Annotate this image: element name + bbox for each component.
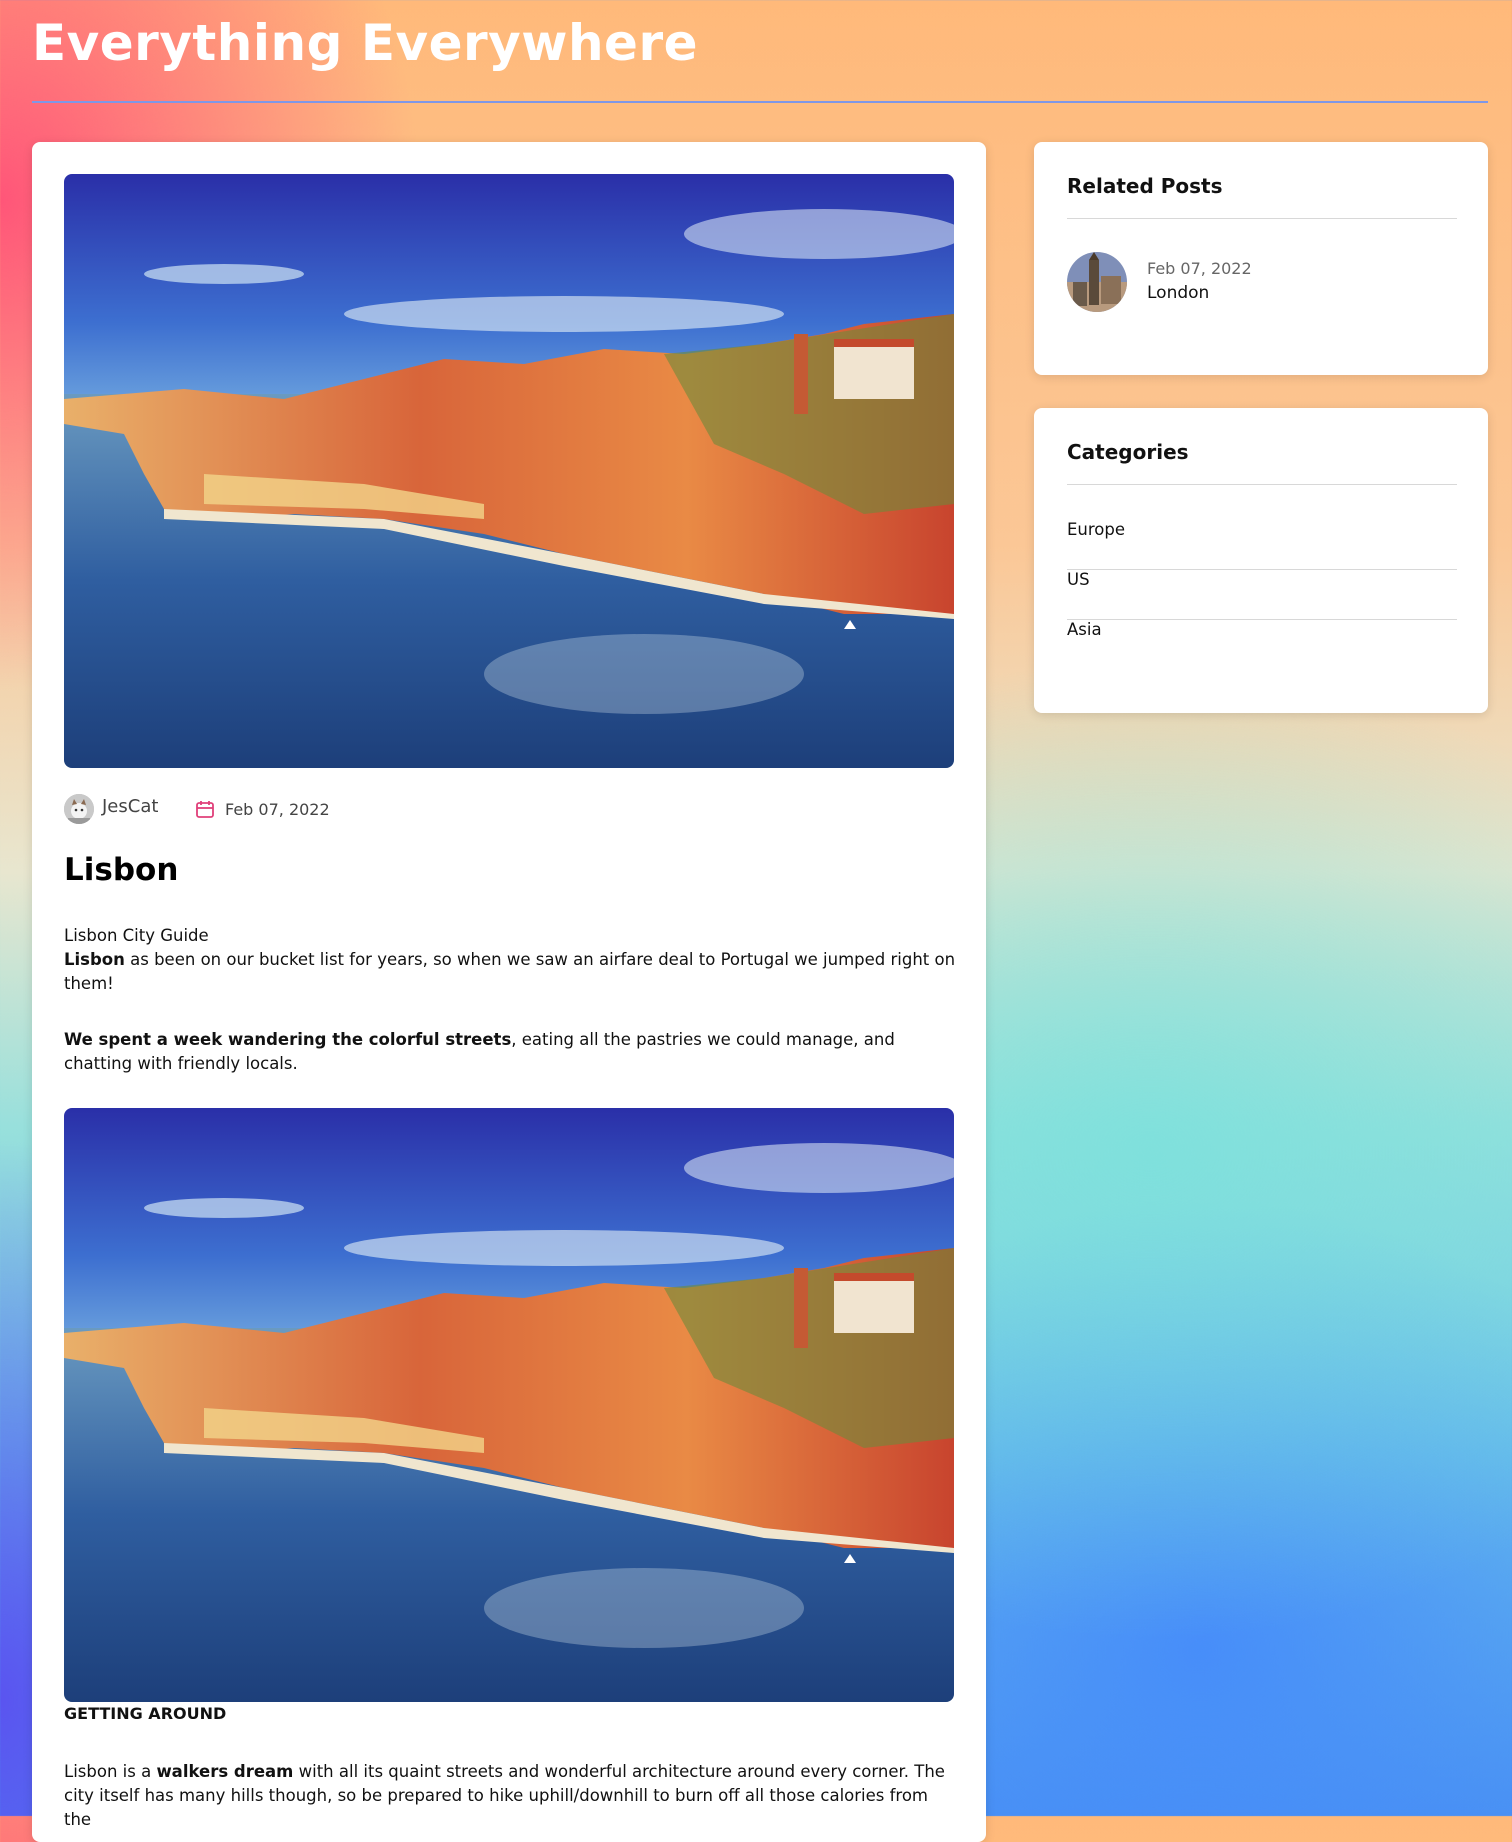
category-label[interactable]: US xyxy=(1067,570,1090,589)
categories-widget: Categories Europe US Asia xyxy=(1034,408,1488,713)
post-paragraph-bold: We spent a week wandering the colorful s… xyxy=(64,1030,512,1049)
calendar-icon xyxy=(196,801,214,818)
post-intro-bold: Lisbon xyxy=(64,950,125,969)
related-post-date: Feb 07, 2022 xyxy=(1147,259,1252,278)
post-meta: JesCat Feb 07, 2022 xyxy=(64,794,664,824)
post-intro: Lisbon City Guide Lisbon as been on our … xyxy=(64,924,959,996)
getting-around-text-start: Lisbon is a xyxy=(64,1762,157,1781)
post-intro-text: as been on our bucket list for years, so… xyxy=(64,950,956,993)
post-hero-image xyxy=(64,174,954,768)
post-paragraph-getting-around: Lisbon is a walkers dream with all its q… xyxy=(64,1760,959,1832)
categories-divider xyxy=(1067,484,1457,485)
category-item-europe[interactable]: Europe xyxy=(1067,520,1457,570)
category-item-us[interactable]: US xyxy=(1067,570,1457,620)
related-post-thumbnail[interactable] xyxy=(1067,252,1127,312)
category-label[interactable]: Asia xyxy=(1067,620,1102,639)
category-item-asia[interactable]: Asia xyxy=(1067,620,1457,669)
related-posts-divider xyxy=(1067,218,1457,219)
section-heading: GETTING AROUND xyxy=(64,1704,227,1723)
post-body-image xyxy=(64,1108,954,1702)
categories-heading: Categories xyxy=(1067,440,1189,464)
getting-around-bold: walkers dream xyxy=(156,1762,294,1781)
header-divider xyxy=(32,101,1488,103)
site-title[interactable]: Everything Everywhere xyxy=(32,14,698,72)
category-label[interactable]: Europe xyxy=(1067,520,1125,539)
related-post-link-london[interactable]: London xyxy=(1147,283,1209,303)
related-posts-heading: Related Posts xyxy=(1067,174,1223,198)
related-posts-widget: Related Posts Feb 07, 2022 London xyxy=(1034,142,1488,375)
cat-avatar-icon[interactable] xyxy=(64,794,94,824)
post-title: Lisbon xyxy=(64,852,179,888)
post-author[interactable]: JesCat xyxy=(102,796,158,817)
post-paragraph: We spent a week wandering the colorful s… xyxy=(64,1028,959,1076)
post-subtitle: Lisbon City Guide xyxy=(64,926,209,945)
post-date: Feb 07, 2022 xyxy=(225,800,330,819)
